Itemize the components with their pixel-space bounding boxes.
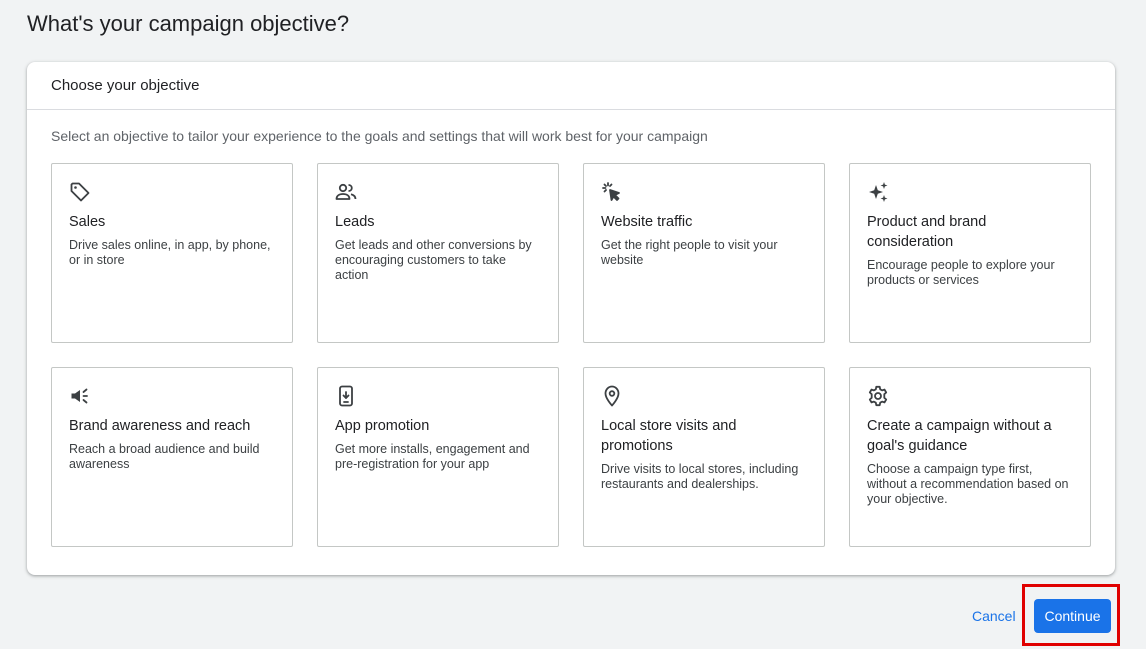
objective-tile-local-store-visits[interactable]: Local store visits and promotions Drive … bbox=[583, 367, 825, 547]
tag-icon bbox=[68, 180, 92, 204]
objective-title: Brand awareness and reach bbox=[69, 418, 251, 434]
objective-title: Create a campaign without a goal's guida… bbox=[867, 418, 1052, 454]
objective-tile-product-brand-consideration[interactable]: Product and brand consideration Encourag… bbox=[849, 163, 1091, 343]
objective-description: Encourage people to explore your product… bbox=[867, 258, 1055, 287]
objective-title: Leads bbox=[335, 214, 375, 230]
objective-tile-app-promotion[interactable]: App promotion Get more installs, engagem… bbox=[317, 367, 559, 547]
cancel-button[interactable]: Cancel bbox=[966, 602, 1022, 630]
page-title: What's your campaign objective? bbox=[27, 11, 350, 36]
objective-description: Drive sales online, in app, by phone, or… bbox=[69, 238, 271, 267]
page: What's your campaign objective? Choose y… bbox=[0, 0, 1146, 649]
continue-button[interactable]: Continue bbox=[1034, 599, 1111, 633]
objective-title: Website traffic bbox=[601, 214, 693, 230]
cursor-click-icon bbox=[600, 180, 624, 204]
objective-description: Get the right people to visit your websi… bbox=[601, 238, 778, 267]
people-icon bbox=[334, 180, 358, 204]
objective-description: Get more installs, engagement and pre-re… bbox=[335, 442, 530, 471]
objective-grid: Sales Drive sales online, in app, by pho… bbox=[51, 163, 1091, 547]
objective-description: Get leads and other conversions by encou… bbox=[335, 238, 532, 282]
objective-tile-no-goal-guidance[interactable]: Create a campaign without a goal's guida… bbox=[849, 367, 1091, 547]
objective-tile-leads[interactable]: Leads Get leads and other conversions by… bbox=[317, 163, 559, 343]
card-description: Select an objective to tailor your exper… bbox=[51, 128, 708, 144]
card-header: Choose your objective bbox=[27, 62, 1115, 110]
objective-description: Reach a broad audience and build awarene… bbox=[69, 442, 260, 471]
phone-download-icon bbox=[334, 384, 358, 408]
objective-title: Local store visits and promotions bbox=[601, 418, 737, 454]
location-pin-icon bbox=[600, 384, 624, 408]
objective-tile-brand-awareness-reach[interactable]: Brand awareness and reach Reach a broad … bbox=[51, 367, 293, 547]
megaphone-icon bbox=[68, 384, 92, 408]
objective-title: Product and brand consideration bbox=[867, 214, 987, 250]
sparkle-icon bbox=[866, 180, 890, 204]
objective-card: Choose your objective Select an objectiv… bbox=[27, 62, 1115, 575]
objective-description: Choose a campaign type first, without a … bbox=[867, 462, 1069, 506]
objective-title: App promotion bbox=[335, 418, 430, 434]
gear-icon bbox=[866, 384, 890, 408]
objective-tile-sales[interactable]: Sales Drive sales online, in app, by pho… bbox=[51, 163, 293, 343]
objective-title: Sales bbox=[69, 214, 106, 230]
objective-description: Drive visits to local stores, including … bbox=[601, 462, 799, 491]
objective-tile-website-traffic[interactable]: Website traffic Get the right people to … bbox=[583, 163, 825, 343]
